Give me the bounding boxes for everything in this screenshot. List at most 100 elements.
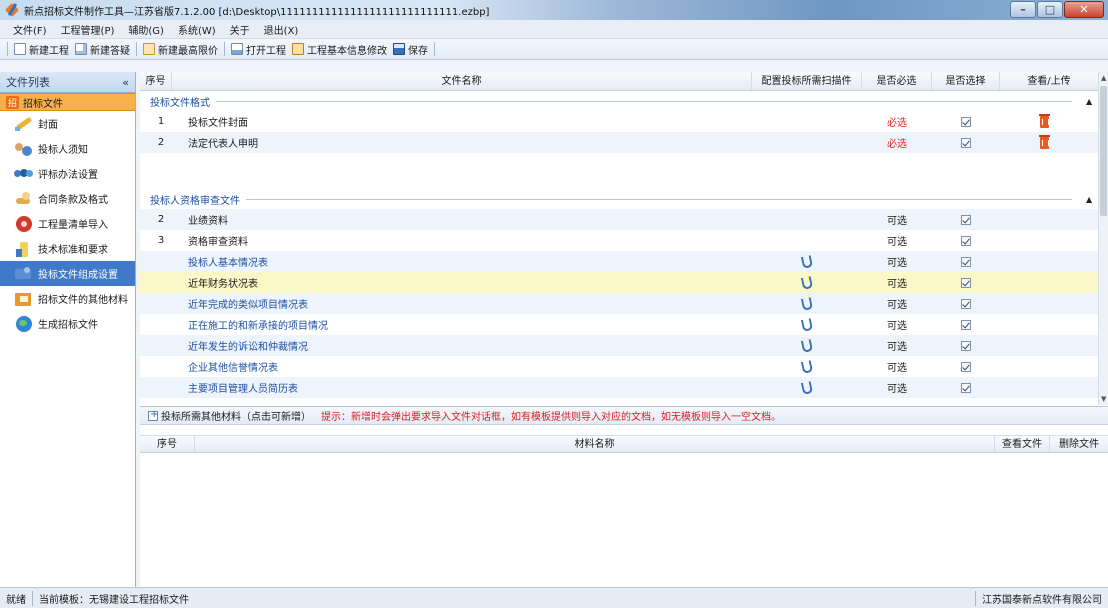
row-name: 法定代表人申明 — [188, 139, 258, 150]
checkbox-checked-icon[interactable] — [961, 116, 971, 127]
menu-system[interactable]: 系统(W) — [171, 22, 223, 37]
sidebar-item-label: 投标人须知 — [38, 145, 88, 156]
paperclip-icon[interactable] — [800, 317, 814, 332]
collapse-panel-button[interactable]: « — [122, 76, 129, 89]
table-row[interactable]: 近年完成的类似项目情况表 可选 — [140, 293, 1098, 314]
trash-icon[interactable] — [1038, 113, 1050, 128]
menu-exit[interactable]: 退出(X) — [257, 22, 306, 37]
menu-project[interactable]: 工程管理(P) — [54, 22, 122, 37]
minimize-button[interactable]: – — [1010, 1, 1036, 18]
sidebar-item-other-materials[interactable]: 招标文件的其他材料 — [0, 286, 135, 311]
row-select[interactable] — [932, 382, 1000, 393]
row-select[interactable] — [932, 214, 1000, 225]
new-project-label: 新建工程 — [29, 45, 69, 57]
checkbox-checked-icon[interactable] — [961, 361, 971, 372]
sidebar-item-bid-composition[interactable]: 投标文件组成设置 — [0, 261, 135, 286]
checkbox-checked-icon[interactable] — [961, 235, 971, 246]
scroll-thumb[interactable] — [1100, 86, 1107, 216]
group-header-bid-format[interactable]: 投标文件格式 ▲ — [140, 92, 1098, 110]
checkbox-checked-icon[interactable] — [961, 298, 971, 309]
close-button[interactable]: ✕ — [1064, 1, 1104, 18]
row-select[interactable] — [932, 277, 1000, 288]
checkbox-checked-icon[interactable] — [961, 277, 971, 288]
table-row[interactable]: 近年财务状况表 可选 — [140, 272, 1098, 293]
row-view[interactable] — [1000, 113, 1088, 128]
group-header-qualification[interactable]: 投标人资格审查文件 ▲ — [140, 190, 1098, 208]
paperclip-icon[interactable] — [800, 296, 814, 311]
checkbox-checked-icon[interactable] — [961, 319, 971, 330]
sidebar-item-generate[interactable]: 生成招标文件 — [0, 311, 135, 336]
table-row[interactable]: 近年发生的诉讼和仲裁情况 可选 — [140, 335, 1098, 356]
checkbox-checked-icon[interactable] — [961, 340, 971, 351]
table-row[interactable]: 正在施工的和新承接的项目情况 可选 — [140, 314, 1098, 335]
row-select[interactable] — [932, 137, 1000, 148]
collapse-up-icon[interactable]: ▲ — [1086, 195, 1098, 204]
row-select[interactable] — [932, 256, 1000, 267]
paperclip-icon[interactable] — [800, 254, 814, 269]
checkbox-checked-icon[interactable] — [961, 382, 971, 393]
edit-info-button[interactable]: 工程基本信息修改 — [289, 42, 390, 57]
maximize-button[interactable]: □ — [1037, 1, 1063, 18]
checkbox-checked-icon[interactable] — [961, 137, 971, 148]
row-scan[interactable] — [752, 254, 862, 269]
new-max-price-button[interactable]: 新建最高限价 — [140, 42, 221, 57]
table-row[interactable]: 投标人基本情况表 可选 — [140, 251, 1098, 272]
paperclip-icon[interactable] — [800, 359, 814, 374]
row-no: 2 — [157, 214, 165, 225]
sidebar-item-contract[interactable]: 合同条款及格式 — [0, 186, 135, 211]
header-select: 是否选择 — [932, 72, 1000, 90]
paperclip-icon[interactable] — [800, 275, 814, 290]
table-row[interactable]: 1 投标文件封面 必选 — [140, 111, 1098, 132]
materials-header-delete: 删除文件 — [1059, 439, 1099, 450]
row-scan[interactable] — [752, 317, 862, 332]
sidebar-item-tender-document[interactable]: 招 招标文件 — [0, 93, 135, 111]
save-icon — [393, 43, 405, 55]
handshake-icon — [14, 190, 34, 208]
open-project-button[interactable]: 打开工程 — [228, 42, 289, 57]
menu-about[interactable]: 关于 — [223, 22, 257, 37]
row-must: 可选 — [887, 342, 907, 353]
scroll-down-icon[interactable]: ▼ — [1101, 395, 1106, 403]
paperclip-icon[interactable] — [800, 380, 814, 395]
save-button[interactable]: 保存 — [390, 42, 431, 57]
checkbox-checked-icon[interactable] — [961, 256, 971, 267]
table-row[interactable]: 2 法定代表人申明 必选 — [140, 132, 1098, 153]
sidebar-item-bill-import[interactable]: 工程量清单导入 — [0, 211, 135, 236]
grid-scrollbar[interactable]: ▲ ▼ — [1098, 72, 1108, 405]
sidebar-item-label: 技术标准和要求 — [38, 245, 108, 256]
row-scan[interactable] — [752, 275, 862, 290]
row-select[interactable] — [932, 116, 1000, 127]
row-select[interactable] — [932, 319, 1000, 330]
row-scan[interactable] — [752, 296, 862, 311]
row-scan[interactable] — [752, 380, 862, 395]
paperclip-icon[interactable] — [800, 338, 814, 353]
group-divider — [246, 198, 1072, 200]
checkbox-checked-icon[interactable] — [961, 214, 971, 225]
scroll-up-icon[interactable]: ▲ — [1101, 74, 1106, 82]
row-scan[interactable] — [752, 338, 862, 353]
table-row[interactable]: 企业其他信誉情况表 可选 — [140, 356, 1098, 377]
menu-file[interactable]: 文件(F) — [6, 22, 54, 37]
menu-assist[interactable]: 辅助(G) — [121, 22, 171, 37]
new-project-button[interactable]: 新建工程 — [11, 42, 72, 57]
sidebar-item-tech-standards[interactable]: 技术标准和要求 — [0, 236, 135, 261]
sidebar-item-label: 投标文件组成设置 — [38, 270, 118, 281]
table-row[interactable]: 3 资格审查资料 可选 — [140, 230, 1098, 251]
row-view[interactable] — [1000, 134, 1088, 149]
sidebar-item-cover[interactable]: 封面 — [0, 111, 135, 136]
sidebar-item-evaluation[interactable]: 评标办法设置 — [0, 161, 135, 186]
collapse-up-icon[interactable]: ▲ — [1086, 97, 1098, 106]
row-select[interactable] — [932, 235, 1000, 246]
table-row[interactable]: 主要项目管理人员简历表 可选 — [140, 377, 1098, 398]
trash-icon[interactable] — [1038, 134, 1050, 149]
menu-bar: 文件(F) 工程管理(P) 辅助(G) 系统(W) 关于 退出(X) — [0, 20, 1108, 39]
sidebar-item-bidder-notice[interactable]: 投标人须知 — [0, 136, 135, 161]
header-must: 是否必选 — [862, 72, 932, 90]
row-select[interactable] — [932, 361, 1000, 372]
row-select[interactable] — [932, 340, 1000, 351]
new-qa-button[interactable]: 新建答疑 — [72, 42, 133, 57]
row-scan[interactable] — [752, 359, 862, 374]
add-other-materials-button[interactable]: 投标所需其他材料（点击可新增） — [148, 408, 311, 423]
table-row[interactable]: 2 业绩资料 可选 — [140, 209, 1098, 230]
row-select[interactable] — [932, 298, 1000, 309]
